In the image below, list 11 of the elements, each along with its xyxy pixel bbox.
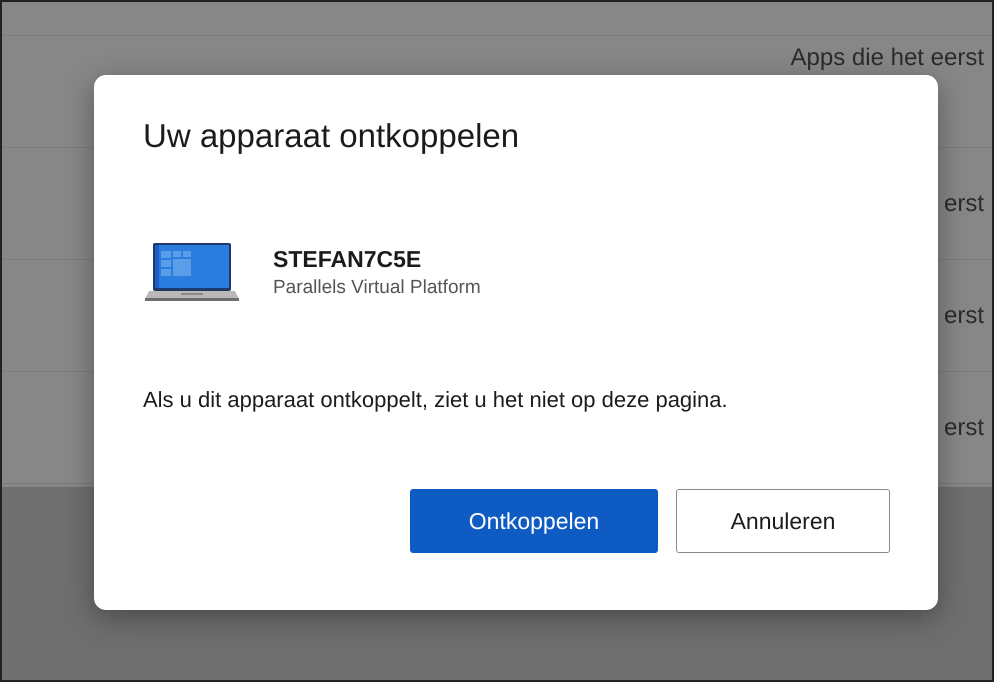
background-text: erst: [944, 414, 984, 442]
dialog-message: Als u dit apparaat ontkoppelt, ziet u het niet op deze pagina.: [143, 387, 729, 413]
device-model: Parallels Virtual Platform: [273, 276, 481, 298]
disconnect-button[interactable]: Ontkoppelen: [410, 489, 658, 553]
background-text: erst: [944, 190, 984, 218]
device-name: STEFAN7C5E: [273, 246, 422, 272]
background-text: Apps die het eerst: [790, 44, 984, 72]
background-text: erst: [944, 302, 984, 330]
dialog-title: Uw apparaat ontkoppelen: [143, 117, 520, 155]
laptop-icon: [143, 243, 241, 301]
cancel-button[interactable]: Annuleren: [676, 489, 890, 553]
